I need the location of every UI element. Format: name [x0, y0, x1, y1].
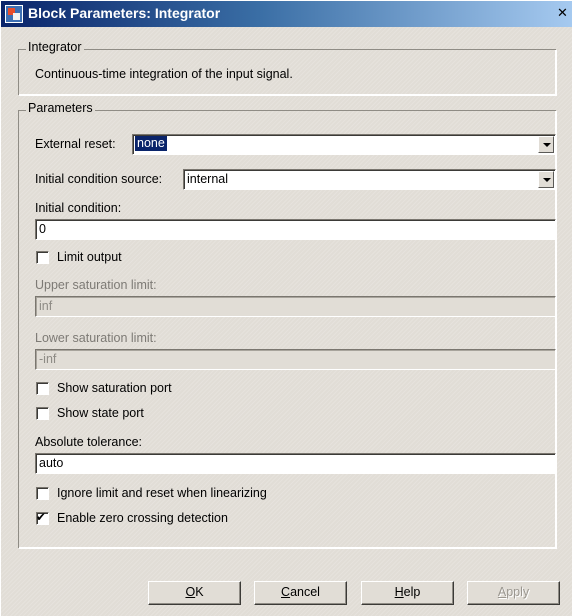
help-mnemonic: H	[394, 585, 404, 599]
cancel-label-rest: ancel	[290, 585, 320, 599]
block-parameters-dialog: Block Parameters: Integrator ✕ Integrato…	[0, 0, 572, 616]
simulink-block-icon	[5, 5, 23, 23]
lower-saturation-limit-value: -inf	[39, 352, 57, 366]
ok-label-rest: K	[195, 585, 204, 599]
external-reset-label: External reset:	[35, 137, 116, 151]
apply-label-rest: pply	[506, 585, 530, 599]
lower-saturation-limit-label: Lower saturation limit:	[35, 331, 157, 345]
show-state-port-label: Show state port	[57, 406, 144, 420]
checkmark-icon: ✔	[36, 510, 47, 524]
cancel-button[interactable]: Cancel	[254, 581, 347, 605]
ok-mnemonic: O	[185, 585, 196, 599]
absolute-tolerance-label: Absolute tolerance:	[35, 435, 143, 449]
title-bar[interactable]: Block Parameters: Integrator ✕	[1, 1, 572, 27]
upper-saturation-limit-field[interactable]: inf	[35, 296, 556, 317]
integrator-group: Integrator Continuous-time integration o…	[18, 40, 556, 95]
chevron-down-icon	[543, 143, 551, 147]
show-saturation-port-label: Show saturation port	[57, 381, 172, 395]
initial-condition-source-label: Initial condition source:	[35, 172, 163, 186]
enable-zero-crossing-checkbox[interactable]: ✔	[36, 510, 49, 525]
apply-button[interactable]: Apply	[467, 581, 560, 605]
external-reset-value: none	[135, 136, 167, 151]
absolute-tolerance-value: auto	[39, 456, 64, 470]
limit-output-checkbox[interactable]	[36, 251, 49, 264]
parameters-group: Parameters External reset: none Initial …	[18, 101, 556, 548]
upper-saturation-limit-value: inf	[39, 299, 53, 313]
external-reset-select[interactable]: none	[132, 134, 556, 155]
show-saturation-port-checkbox[interactable]	[36, 382, 49, 395]
enable-zero-crossing-label: Enable zero crossing detection	[57, 511, 228, 525]
initial-condition-source-value: internal	[187, 172, 228, 186]
absolute-tolerance-field[interactable]: auto	[35, 453, 556, 474]
ok-button[interactable]: OK	[148, 581, 241, 605]
chevron-down-icon	[543, 178, 551, 182]
cancel-mnemonic: C	[281, 585, 291, 599]
limit-output-label: Limit output	[57, 250, 122, 264]
show-state-port-checkbox[interactable]	[36, 407, 49, 420]
integrator-group-legend: Integrator	[26, 40, 84, 54]
ignore-limit-reset-checkbox[interactable]	[36, 487, 49, 500]
initial-condition-label: Initial condition:	[35, 201, 122, 215]
initial-condition-source-select[interactable]: internal	[183, 169, 556, 190]
help-button[interactable]: Help	[361, 581, 454, 605]
external-reset-dropdown-button[interactable]	[538, 136, 554, 153]
close-icon[interactable]: ✕	[554, 6, 571, 22]
help-label-rest: elp	[403, 585, 421, 599]
upper-saturation-limit-label: Upper saturation limit:	[35, 278, 157, 292]
block-description: Continuous-time integration of the input…	[35, 67, 293, 81]
initial-condition-value: 0	[39, 222, 46, 236]
initial-condition-source-dropdown-button[interactable]	[538, 171, 554, 188]
apply-mnemonic: A	[497, 585, 507, 599]
window-title: Block Parameters: Integrator	[28, 5, 221, 21]
lower-saturation-limit-field[interactable]: -inf	[35, 349, 556, 370]
parameters-group-legend: Parameters	[26, 101, 95, 115]
ignore-limit-reset-label: Ignore limit and reset when linearizing	[57, 486, 267, 500]
initial-condition-field[interactable]: 0	[35, 219, 556, 240]
